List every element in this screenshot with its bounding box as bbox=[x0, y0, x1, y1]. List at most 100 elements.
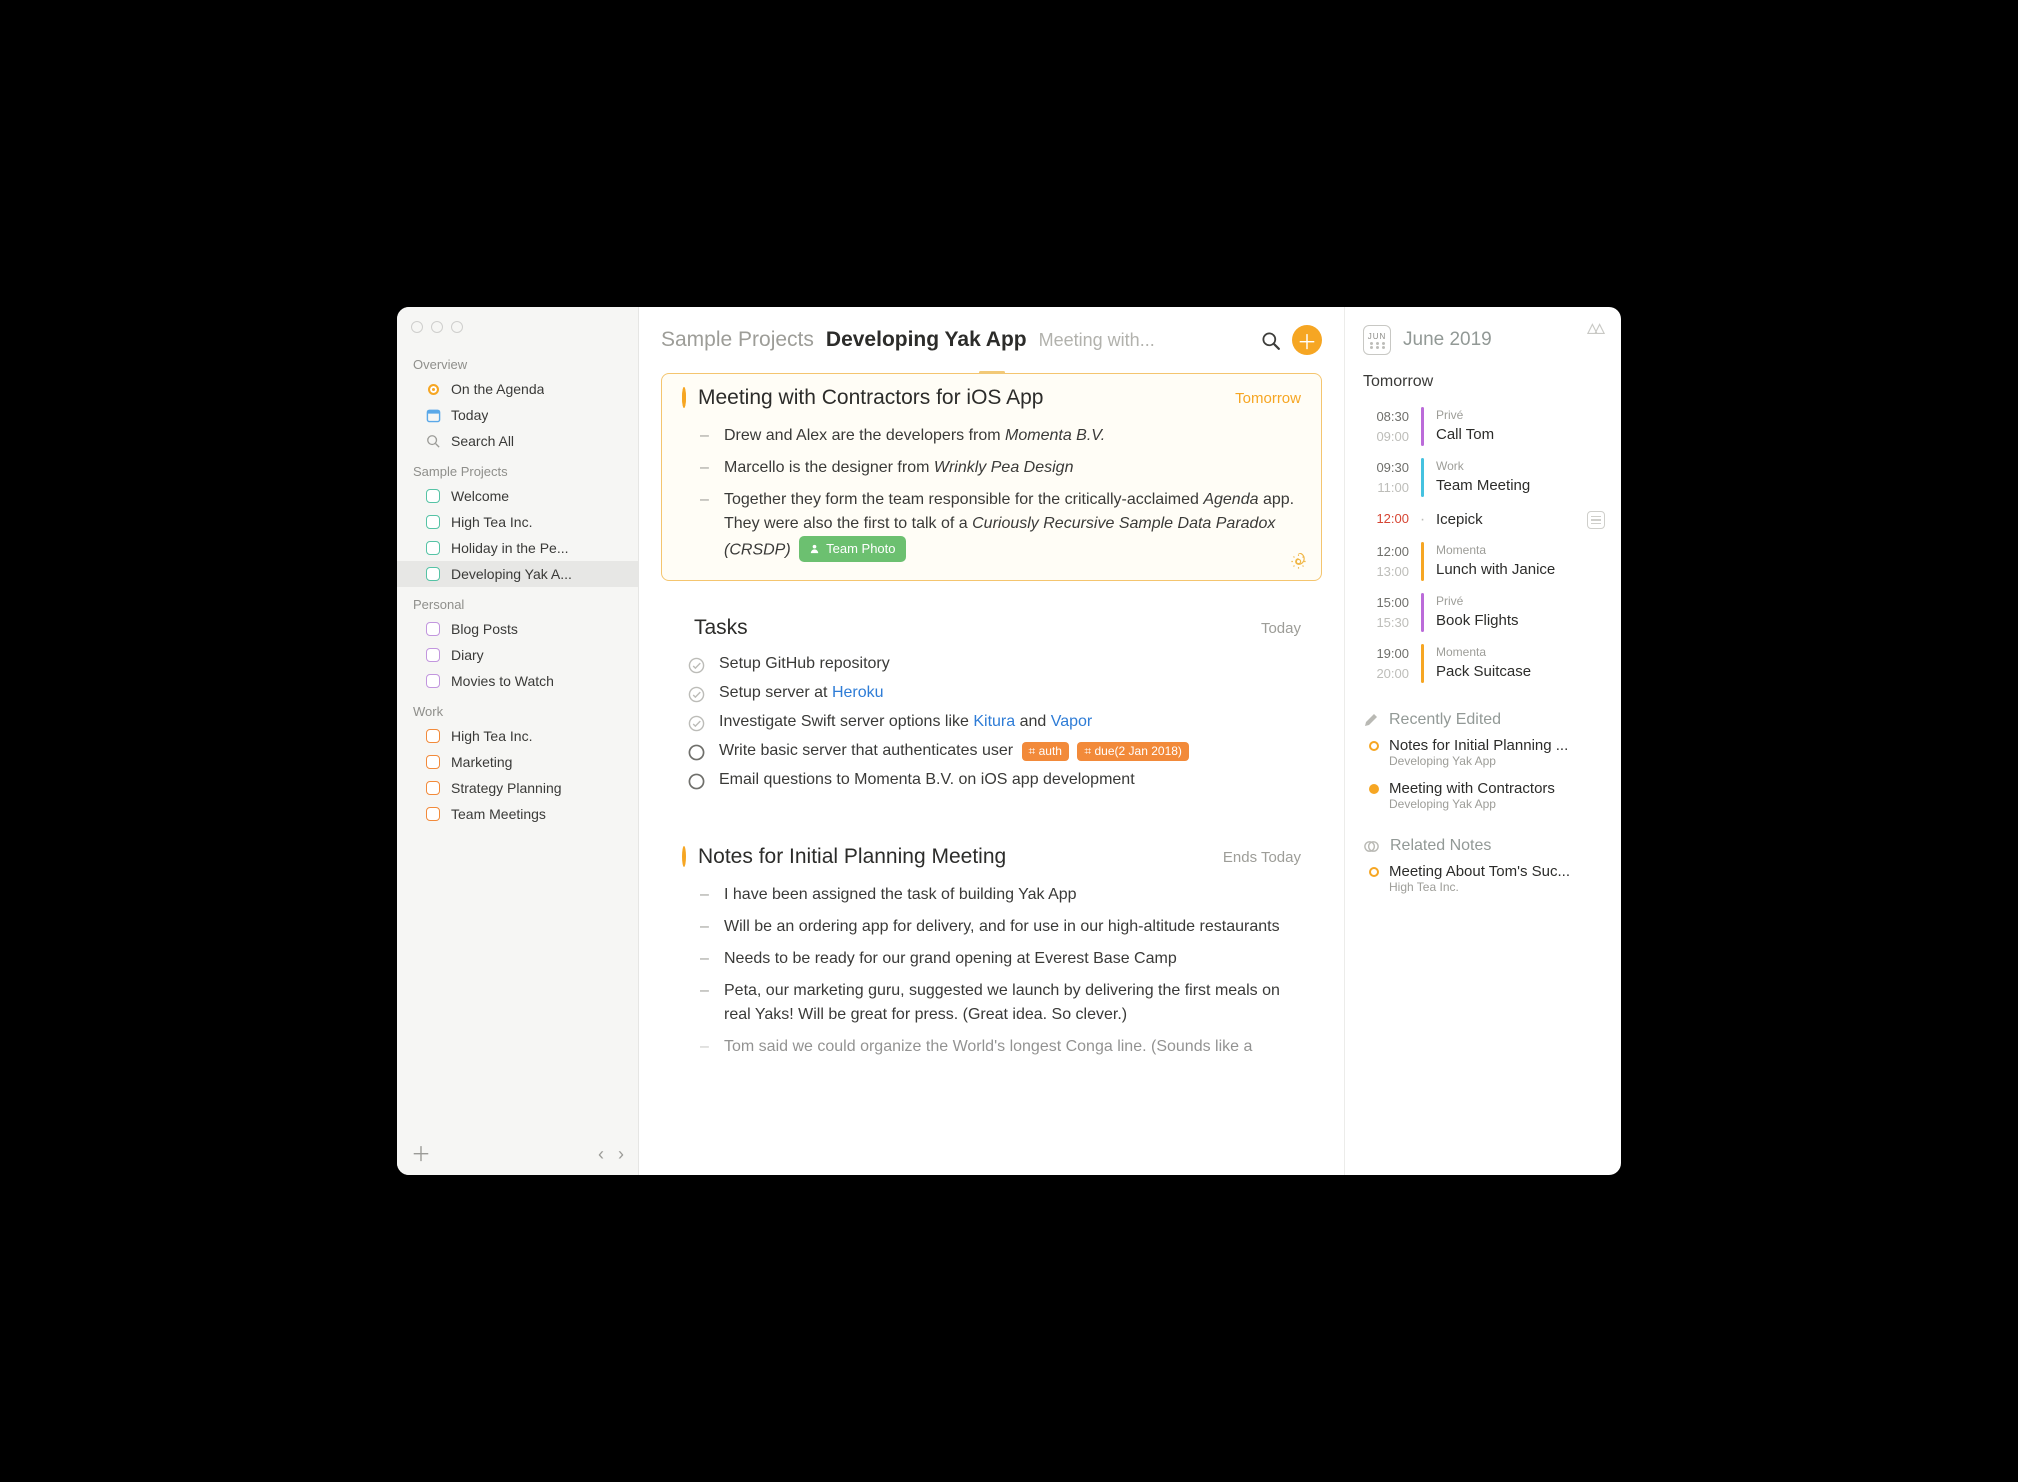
sidebar-item-welcome[interactable]: Welcome bbox=[397, 483, 638, 509]
note-body: –Drew and Alex are the developers from M… bbox=[682, 410, 1301, 566]
project-icon bbox=[425, 488, 441, 504]
task-row: Setup server at Heroku bbox=[682, 679, 1301, 708]
sidebar-item-movies[interactable]: Movies to Watch bbox=[397, 668, 638, 694]
add-project-button[interactable]: ＋ bbox=[411, 1145, 431, 1165]
note-card-tasks[interactable]: Tasks Today Setup GitHub repository Setu… bbox=[661, 603, 1322, 810]
sidebar-section-personal: Personal bbox=[397, 587, 638, 616]
person-icon bbox=[809, 543, 820, 554]
sidebar-section-work: Work bbox=[397, 694, 638, 723]
sidebar-item-work-high-tea[interactable]: High Tea Inc. bbox=[397, 723, 638, 749]
minimize-icon[interactable] bbox=[431, 321, 443, 333]
link[interactable]: Heroku bbox=[832, 684, 884, 701]
events-day-label: Tomorrow bbox=[1363, 369, 1605, 401]
sidebar-section-overview: Overview bbox=[397, 347, 638, 376]
calendar-today-icon bbox=[425, 407, 441, 423]
tag-pill[interactable]: ⌗ due(2 Jan 2018) bbox=[1077, 742, 1189, 761]
task-row: Setup GitHub repository bbox=[682, 650, 1301, 679]
checkbox-checked-icon[interactable] bbox=[688, 715, 705, 732]
calendar-icon: JUN bbox=[1363, 325, 1391, 355]
tag-pill[interactable]: ⌗ auth bbox=[1022, 742, 1069, 761]
agenda-dot-icon bbox=[682, 848, 686, 866]
project-icon bbox=[425, 806, 441, 822]
team-photo-pill[interactable]: Team Photo bbox=[799, 536, 905, 562]
related-notes-section: Related Notes Meeting About Tom's Suc...… bbox=[1363, 837, 1605, 898]
checkbox-checked-icon[interactable] bbox=[688, 686, 705, 703]
sidebar-item-today[interactable]: Today bbox=[397, 402, 638, 428]
agenda-dot-icon bbox=[682, 389, 686, 407]
sidebar-item-blog-posts[interactable]: Blog Posts bbox=[397, 616, 638, 642]
calendar-header[interactable]: JUN June 2019 bbox=[1363, 325, 1605, 355]
nav-forward-button[interactable]: › bbox=[618, 1144, 624, 1165]
sidebar-item-on-the-agenda[interactable]: On the Agenda bbox=[397, 376, 638, 402]
events-list: 08:3009:00PrivéCall Tom09:3011:00WorkTea… bbox=[1363, 401, 1605, 689]
note-card-initial-planning[interactable]: Notes for Initial Planning Meeting Ends … bbox=[661, 832, 1322, 1078]
project-icon bbox=[425, 621, 441, 637]
panel-note-link[interactable]: Notes for Initial Planning ...Developing… bbox=[1363, 729, 1605, 772]
header: Sample Projects Developing Yak App Meeti… bbox=[639, 307, 1344, 369]
note-title: Tasks bbox=[694, 616, 1249, 640]
sidebar-item-diary[interactable]: Diary bbox=[397, 642, 638, 668]
note-body: Setup GitHub repository Setup server at … bbox=[682, 640, 1301, 795]
right-panel: JUN June 2019 Tomorrow 08:3009:00PrivéCa… bbox=[1345, 307, 1621, 1175]
app-window: Overview On the Agenda Today Search All … bbox=[397, 307, 1621, 1175]
panel-toggle-icon[interactable] bbox=[1587, 321, 1605, 335]
project-icon bbox=[425, 566, 441, 582]
add-note-button[interactable]: ＋ bbox=[1292, 325, 1322, 355]
link[interactable]: Vapor bbox=[1051, 713, 1093, 730]
note-body: –I have been assigned the task of buildi… bbox=[682, 869, 1301, 1063]
calendar-month: June 2019 bbox=[1403, 329, 1492, 351]
zoom-icon[interactable] bbox=[451, 321, 463, 333]
search-button[interactable] bbox=[1261, 331, 1280, 350]
note-title: Meeting with Contractors for iOS App bbox=[698, 386, 1223, 410]
panel-note-link[interactable]: Meeting with ContractorsDeveloping Yak A… bbox=[1363, 772, 1605, 815]
note-badge-icon bbox=[1587, 511, 1605, 529]
pencil-icon bbox=[1363, 712, 1379, 728]
sidebar-item-team-meetings[interactable]: Team Meetings bbox=[397, 801, 638, 827]
event-row[interactable]: 08:3009:00PrivéCall Tom bbox=[1363, 401, 1605, 452]
task-row: Investigate Swift server options like Ki… bbox=[682, 708, 1301, 737]
checkbox-unchecked-icon[interactable] bbox=[688, 744, 705, 761]
link[interactable]: Kitura bbox=[973, 713, 1015, 730]
checkbox-unchecked-icon[interactable] bbox=[688, 773, 705, 790]
breadcrumb-project[interactable]: Sample Projects bbox=[661, 328, 814, 352]
sidebar-item-high-tea[interactable]: High Tea Inc. bbox=[397, 509, 638, 535]
close-icon[interactable] bbox=[411, 321, 423, 333]
project-icon bbox=[425, 754, 441, 770]
note-date[interactable]: Tomorrow bbox=[1235, 390, 1301, 407]
sidebar-item-search-all[interactable]: Search All bbox=[397, 428, 638, 454]
recently-edited-section: Recently Edited Notes for Initial Planni… bbox=[1363, 711, 1605, 815]
project-icon bbox=[425, 673, 441, 689]
project-icon bbox=[425, 647, 441, 663]
note-title: Notes for Initial Planning Meeting bbox=[698, 845, 1211, 869]
panel-note-link[interactable]: Meeting About Tom's Suc...High Tea Inc. bbox=[1363, 855, 1605, 898]
event-row[interactable]: 12:0013:00MomentaLunch with Janice bbox=[1363, 536, 1605, 587]
note-date[interactable]: Today bbox=[1261, 620, 1301, 637]
sidebar-item-marketing[interactable]: Marketing bbox=[397, 749, 638, 775]
nav-back-button[interactable]: ‹ bbox=[598, 1144, 604, 1165]
note-date[interactable]: Ends Today bbox=[1223, 849, 1301, 866]
breadcrumb-note[interactable]: Developing Yak App bbox=[826, 328, 1027, 352]
event-row[interactable]: 09:3011:00WorkTeam Meeting bbox=[1363, 452, 1605, 503]
task-row: Email questions to Momenta B.V. on iOS a… bbox=[682, 766, 1301, 795]
event-row[interactable]: 19:0020:00MomentaPack Suitcase bbox=[1363, 638, 1605, 689]
note-settings-button[interactable] bbox=[1290, 553, 1307, 570]
sidebar-item-holiday[interactable]: Holiday in the Pe... bbox=[397, 535, 638, 561]
notes-list: Meeting with Contractors for iOS App Tom… bbox=[639, 369, 1344, 1175]
sidebar-footer: ＋ ‹ › bbox=[397, 1134, 638, 1175]
event-row[interactable]: 12:00·Icepick bbox=[1363, 503, 1605, 536]
sidebar: Overview On the Agenda Today Search All … bbox=[397, 307, 639, 1175]
task-row: Write basic server that authenticates us… bbox=[682, 737, 1301, 766]
event-row[interactable]: 15:0015:30PrivéBook Flights bbox=[1363, 587, 1605, 638]
project-icon bbox=[425, 514, 441, 530]
sidebar-item-strategy[interactable]: Strategy Planning bbox=[397, 775, 638, 801]
venn-icon bbox=[1363, 838, 1380, 855]
breadcrumb-sub[interactable]: Meeting with... bbox=[1039, 330, 1155, 351]
note-card-meeting-contractors[interactable]: Meeting with Contractors for iOS App Tom… bbox=[661, 373, 1322, 581]
project-icon bbox=[425, 540, 441, 556]
project-icon bbox=[425, 728, 441, 744]
sidebar-item-developing-yak[interactable]: Developing Yak A... bbox=[397, 561, 638, 587]
main-content: Sample Projects Developing Yak App Meeti… bbox=[639, 307, 1345, 1175]
checkbox-checked-icon[interactable] bbox=[688, 657, 705, 674]
agenda-icon bbox=[425, 381, 441, 397]
window-controls[interactable] bbox=[397, 317, 638, 347]
